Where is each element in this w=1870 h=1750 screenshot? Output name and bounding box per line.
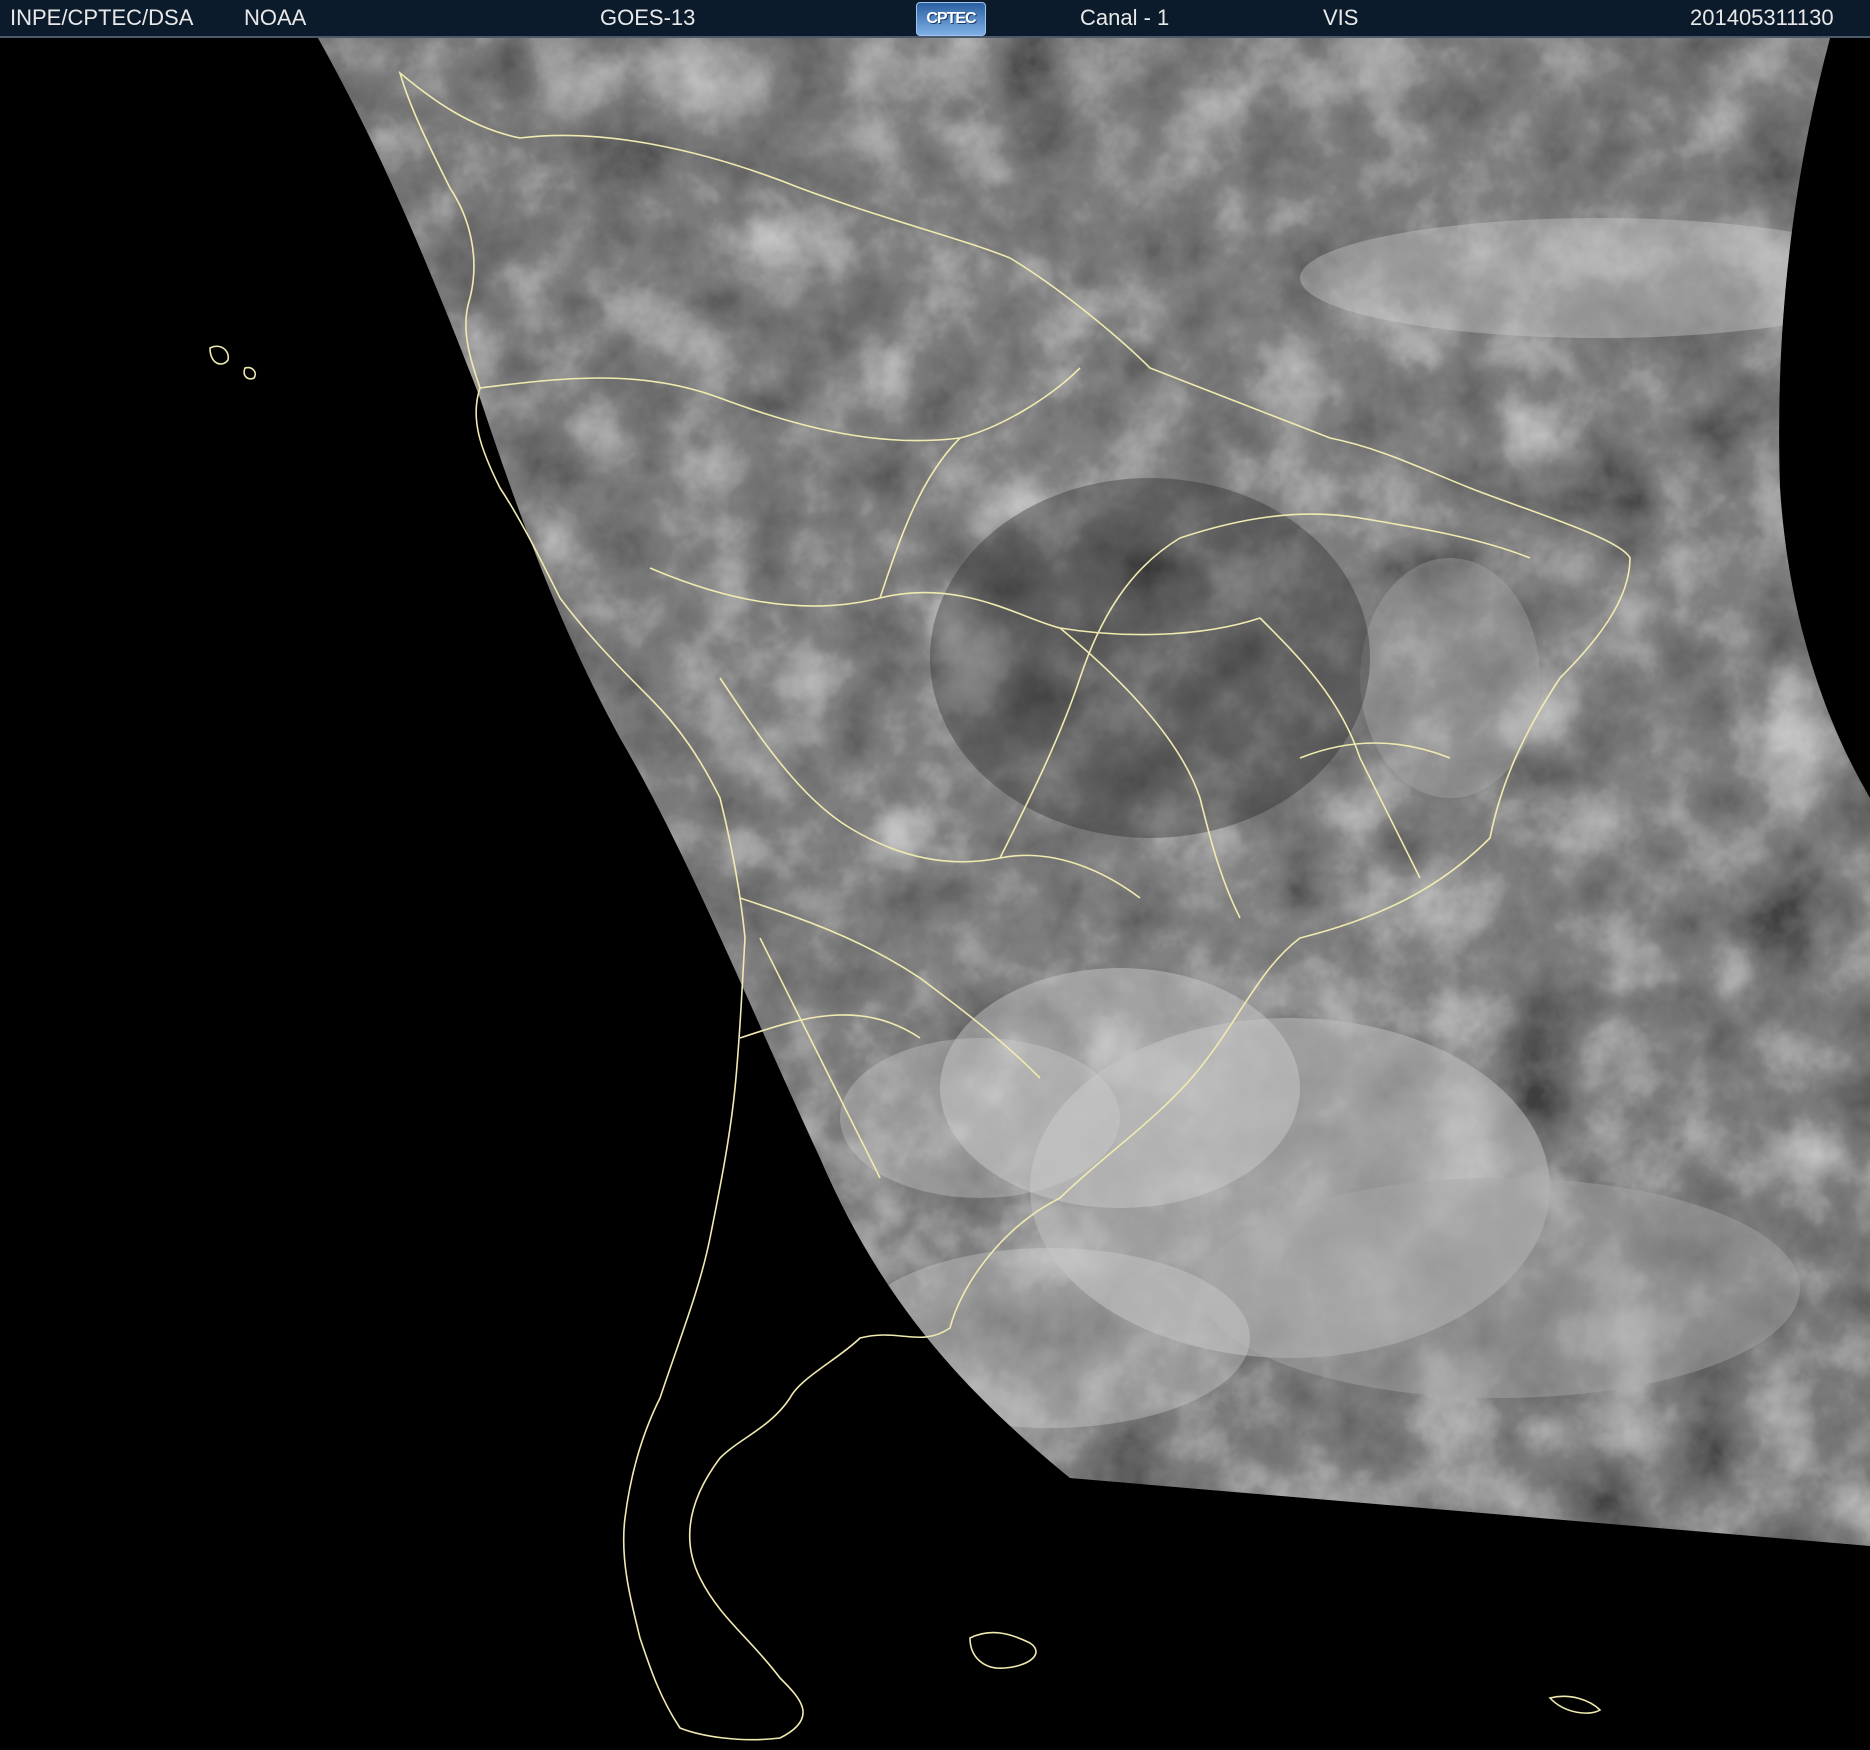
satellite-image: [0, 38, 1870, 1750]
institution-label: INPE/CPTEC/DSA: [10, 5, 194, 30]
cptec-logo: CPTEC: [916, 2, 986, 36]
band-label: VIS: [1323, 5, 1359, 30]
agency-label: NOAA: [244, 5, 307, 30]
satellite-label: GOES-13: [600, 5, 696, 30]
timestamp-label: 201405311130: [1690, 5, 1834, 30]
channel-label: Canal - 1: [1080, 5, 1170, 30]
satellite-image-svg: [0, 38, 1870, 1750]
image-header-bar: INPE/CPTEC/DSA NOAA GOES-13 CPTEC Canal …: [0, 0, 1870, 38]
logo-text: CPTEC: [926, 10, 976, 27]
